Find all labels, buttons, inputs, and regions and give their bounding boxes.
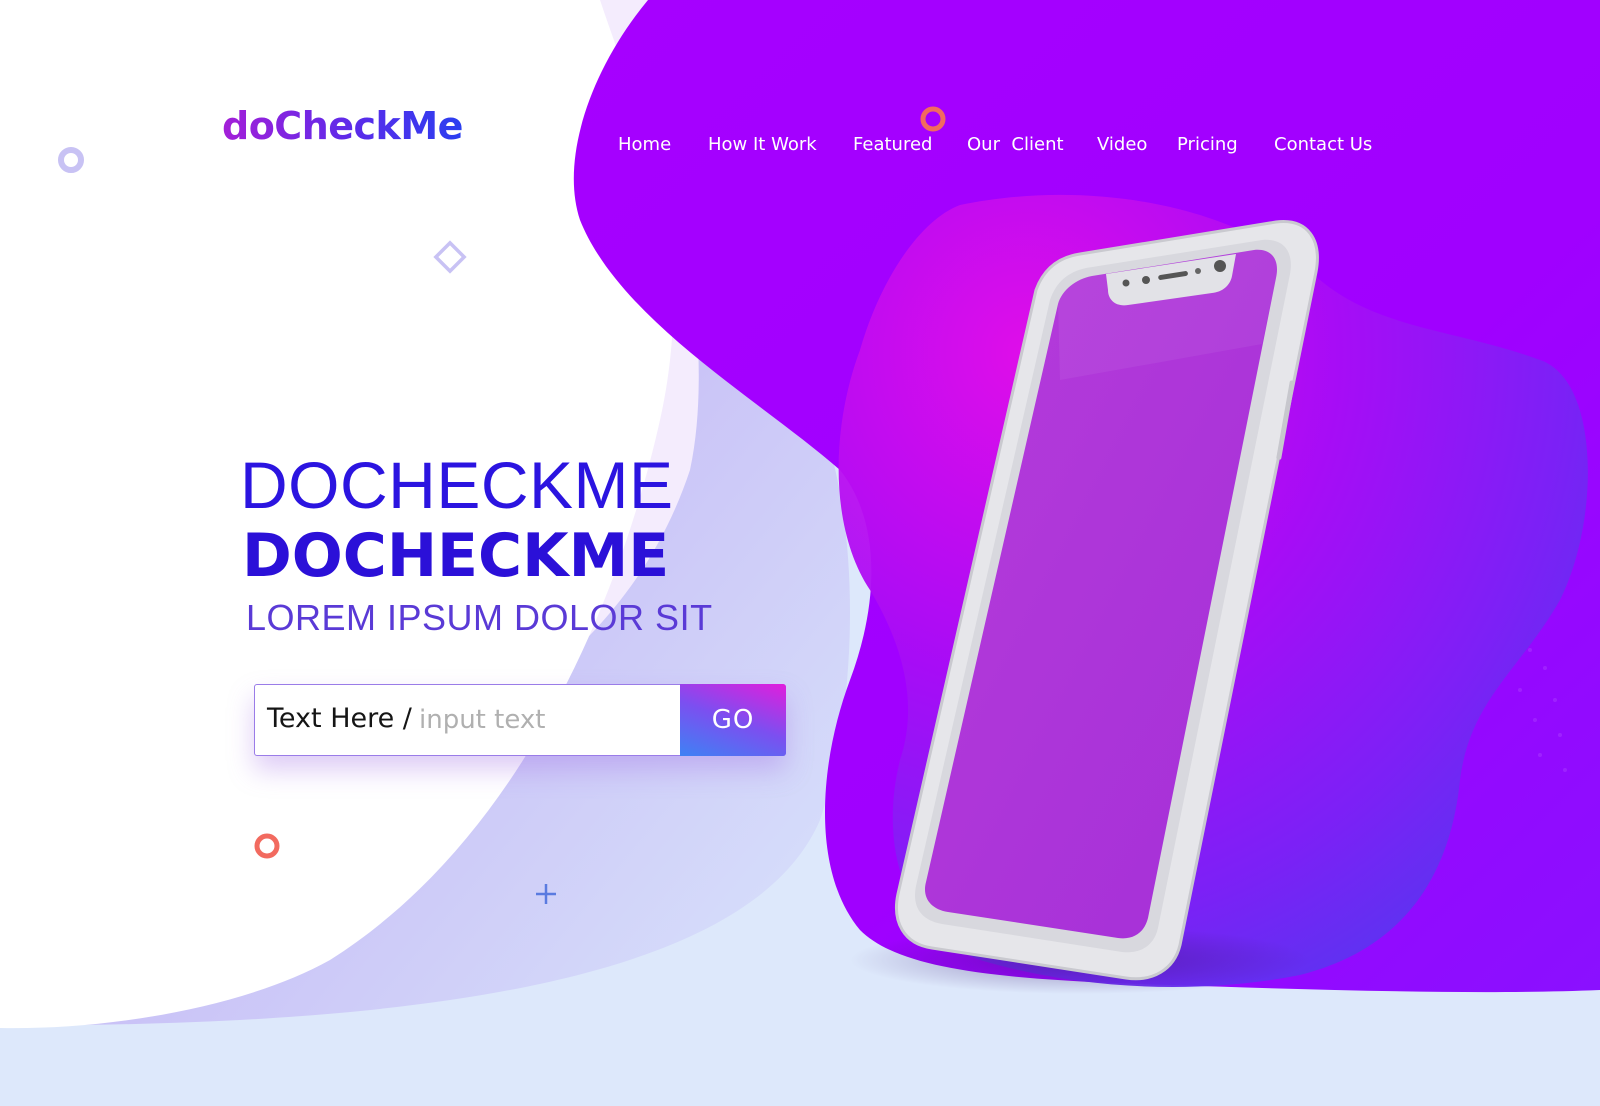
nav-item-how-it-work[interactable]: How It Work <box>708 134 817 155</box>
nav-item-our-client[interactable]: Our Client <box>967 134 1064 155</box>
nav-item-video[interactable]: Video <box>1097 134 1147 155</box>
nav-item-contact-us[interactable]: Contact Us <box>1274 134 1372 155</box>
diamond-icon <box>433 240 467 274</box>
hero-subtitle: LOREM IPSUM DOLOR SIT <box>246 597 713 638</box>
search-label: Text Here / <box>267 703 412 734</box>
go-button[interactable]: GO <box>680 684 786 756</box>
nav-item-home[interactable]: Home <box>618 134 671 155</box>
ring-icon <box>920 106 946 132</box>
search-input[interactable] <box>419 697 669 743</box>
search-box: Text Here / GO <box>254 684 786 756</box>
nav-item-pricing[interactable]: Pricing <box>1177 134 1238 155</box>
main-nav: Home How It Work Featured Our Client Vid… <box>0 134 1600 164</box>
nav-item-featured[interactable]: Featured <box>853 134 932 155</box>
hero-title-bold: DOCHECKME <box>242 521 670 591</box>
phone-mockup <box>850 220 1319 994</box>
hero-title-light: DOCHECKME <box>240 448 674 522</box>
plus-icon <box>536 884 556 904</box>
ring-icon <box>254 833 280 859</box>
